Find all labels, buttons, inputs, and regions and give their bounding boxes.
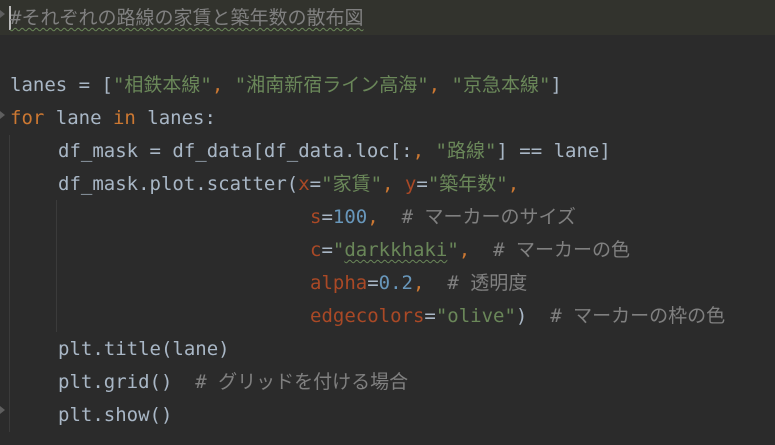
- string-literal: "築年数": [427, 173, 508, 195]
- number-literal: 0.2: [378, 272, 413, 294]
- comment-text: # 透明度: [424, 272, 528, 294]
- param-name: c: [310, 239, 322, 261]
- fold-marker-icon[interactable]: [0, 406, 5, 414]
- separator: ,: [211, 74, 235, 96]
- separator: ,: [428, 74, 452, 96]
- separator: ,: [507, 173, 520, 195]
- param-name: x: [298, 173, 310, 195]
- string-quote: ": [447, 239, 459, 261]
- param-name: y: [404, 173, 417, 195]
- code-line-show[interactable]: plt.show(): [10, 399, 172, 432]
- bracket: ]: [550, 74, 562, 96]
- string-literal: "京急本線": [451, 74, 551, 96]
- operator: = [: [67, 74, 113, 96]
- operator: =: [321, 239, 333, 261]
- comment-text: # マーカーの色: [470, 239, 630, 261]
- comment-text: #それぞれの路線の家賃と築年数の散布図: [10, 7, 364, 29]
- code-line-comment-header[interactable]: #それぞれの路線の家賃と築年数の散布図: [10, 2, 363, 35]
- code-line-for[interactable]: for lane in lanes:: [10, 102, 216, 135]
- string-literal: "湘南新宿ライン高海": [234, 74, 429, 96]
- code-line-lanes[interactable]: lanes = ["相鉄本線", "湘南新宿ライン高海", "京急本線"]: [10, 69, 562, 102]
- param-name: edgecolors: [310, 305, 425, 327]
- keyword-for: for: [10, 107, 45, 129]
- code-line-grid[interactable]: plt.grid() # グリッドを付ける場合: [10, 366, 408, 399]
- code-text: df_mask.plot.scatter(: [58, 173, 299, 195]
- code-text: plt.title(lane): [58, 338, 230, 360]
- string-literal: "家賃": [321, 173, 383, 195]
- operator: =: [424, 305, 436, 327]
- code-line-param-alpha[interactable]: alpha=0.2, # 透明度: [10, 267, 527, 300]
- operator: =: [367, 272, 379, 294]
- string-literal: "相鉄本線": [112, 74, 212, 96]
- comment-text: # マーカーのサイズ: [378, 206, 576, 228]
- param-name: alpha: [310, 272, 368, 294]
- operator: =: [416, 173, 428, 195]
- separator: ,: [412, 272, 425, 294]
- comment-text: # グリッドを付ける場合: [172, 371, 409, 393]
- comment-text: # マーカーの枠の色: [527, 305, 726, 327]
- code-text: plt.show(): [58, 404, 173, 426]
- loop-variable: lane: [44, 107, 113, 129]
- code-line-param-c[interactable]: c="darkkhaki", # マーカーの色: [10, 234, 630, 267]
- code-line-title[interactable]: plt.title(lane): [10, 333, 230, 366]
- code-line-df-mask[interactable]: df_mask = df_data[df_data.loc[:, "路線"] =…: [10, 135, 611, 168]
- number-literal: 100: [332, 206, 368, 228]
- operator: =: [309, 173, 322, 195]
- string-literal: darkkhaki: [344, 239, 448, 261]
- param-name: s: [310, 206, 322, 228]
- string-quote: ": [332, 239, 345, 261]
- separator: ,: [458, 239, 471, 261]
- code-line-param-s[interactable]: s=100, # マーカーのサイズ: [10, 201, 576, 234]
- bracket: ): [515, 305, 528, 327]
- operator: =: [321, 206, 333, 228]
- string-literal: "路線": [435, 140, 497, 162]
- separator: ,: [412, 140, 425, 162]
- string-literal: "olive": [435, 305, 516, 327]
- code-text: df_mask = df_data[df_data.loc[:: [58, 140, 413, 162]
- fold-marker-icon[interactable]: [0, 10, 5, 18]
- code-text: plt.grid(): [58, 371, 173, 393]
- code-text: ] == lane]: [496, 140, 611, 162]
- keyword-in: in: [112, 107, 136, 129]
- code-line-param-edgecolors[interactable]: edgecolors="olive") # マーカーの枠の色: [10, 300, 725, 333]
- separator: ,: [367, 206, 379, 228]
- fold-marker-icon[interactable]: [0, 111, 5, 119]
- variable-name: lanes: [10, 74, 68, 96]
- code-editor[interactable]: #それぞれの路線の家賃と築年数の散布図 lanes = ["相鉄本線", "湘南…: [0, 0, 775, 445]
- code-line-scatter[interactable]: df_mask.plot.scatter(x="家賃", y="築年数",: [10, 168, 519, 201]
- loop-iterable: lanes:: [135, 107, 216, 129]
- separator: ,: [382, 173, 405, 195]
